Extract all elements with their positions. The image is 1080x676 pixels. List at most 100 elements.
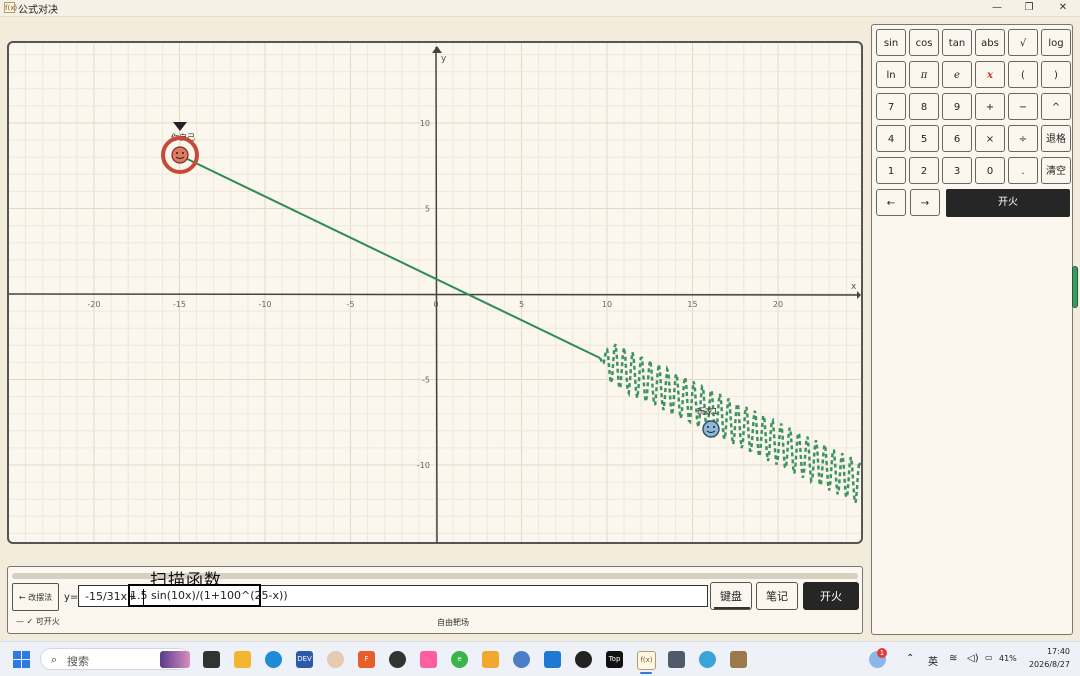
minimize-button[interactable]: —	[980, 0, 1014, 16]
fire-status: — ✓ 可开火	[16, 617, 60, 626]
key-0-5[interactable]: log	[1041, 29, 1071, 56]
player1-avatar-icon[interactable]	[171, 146, 189, 164]
key-0-0[interactable]: sin	[876, 29, 906, 56]
key-1-4[interactable]: (	[1008, 61, 1038, 88]
formula-input[interactable]: -15/31x+ 1.5 sin(10x)/(1+100^(25-x))	[78, 584, 708, 607]
orange-app-icon[interactable]	[482, 651, 499, 668]
file-explorer-icon[interactable]	[234, 651, 251, 668]
key-2-0[interactable]: 7	[876, 93, 906, 120]
key-3-0[interactable]: 4	[876, 125, 906, 152]
key-1-0[interactable]: ln	[876, 61, 906, 88]
key-2-5[interactable]: ^	[1041, 93, 1071, 120]
clock-time[interactable]: 17:40	[1030, 647, 1070, 656]
clock-date[interactable]: 2026/8/27	[1018, 660, 1070, 669]
formula-duel-taskbar-icon[interactable]: f(x)	[637, 651, 656, 670]
key-2-2[interactable]: 9	[942, 93, 972, 120]
volume-icon[interactable]: ◁)	[967, 653, 979, 664]
keyboard-scrollbar[interactable]	[1072, 266, 1078, 308]
globe-app-icon[interactable]	[699, 651, 716, 668]
x-tick-labels: -20 -15 -10 -5 0 5 10 15 20	[87, 300, 783, 309]
calculator-icon[interactable]	[668, 651, 685, 668]
key-4-3[interactable]: 0	[975, 157, 1005, 184]
key-1-5[interactable]: )	[1041, 61, 1071, 88]
key-4-1[interactable]: 2	[909, 157, 939, 184]
key-1-3[interactable]: x	[975, 61, 1005, 88]
f-app-icon[interactable]: F	[358, 651, 375, 668]
key-cursor-right[interactable]: →	[910, 189, 940, 216]
chevron-up-icon[interactable]: ⌃	[906, 653, 914, 664]
x-tick-label: -20	[87, 300, 100, 309]
key-1-2[interactable]: e	[942, 61, 972, 88]
x-tick-label: 20	[773, 300, 783, 309]
key-0-3[interactable]: abs	[975, 29, 1005, 56]
top-app-icon[interactable]: Top	[606, 651, 623, 668]
taskbar: ⌕ 搜索 DEV F e Top f(x) 1 ⌃ 英 ≋ ◁) ▭ 41% 1…	[0, 641, 1080, 676]
function-keyboard: ← → 开火 sin cos tan abs √ log ln π e x() 7 8 9 + − ^ 4 5 6 ×…	[871, 24, 1073, 635]
key-3-3[interactable]: ×	[975, 125, 1005, 152]
green-e-icon[interactable]: e	[451, 651, 468, 668]
avatar-app-icon[interactable]	[327, 651, 344, 668]
battery-percent: 41%	[999, 654, 1017, 663]
key-2-4[interactable]: −	[1008, 93, 1038, 120]
edge-browser-icon[interactable]	[265, 651, 282, 668]
weather-badge: 1	[877, 648, 887, 658]
dark-app-icon[interactable]	[389, 651, 406, 668]
key-2-1[interactable]: 8	[909, 93, 939, 120]
app-icon: f(x)	[4, 2, 18, 13]
key-3-2[interactable]: 6	[942, 125, 972, 152]
key-4-0[interactable]: 1	[876, 157, 906, 184]
bilibili-icon[interactable]	[420, 651, 437, 668]
dev-app-icon[interactable]: DEV	[296, 651, 313, 668]
x-tick-label: 0	[433, 300, 438, 309]
key-0-4[interactable]: √	[1008, 29, 1038, 56]
key-4-5[interactable]: 清空	[1041, 157, 1071, 184]
vscode-icon[interactable]	[544, 651, 561, 668]
key-1-1[interactable]: π	[909, 61, 939, 88]
x-tick-label: 15	[687, 300, 697, 309]
settings-gear-icon[interactable]	[513, 651, 530, 668]
maximize-button[interactable]: ❐	[1012, 0, 1046, 16]
title-bar: f(x) 公式对决 — ❐ ✕	[0, 0, 1080, 17]
wifi-icon[interactable]: ≋	[949, 653, 957, 664]
mode-label: 自由靶场	[437, 618, 469, 627]
x-axis-arrow	[857, 291, 861, 299]
start-button[interactable]	[13, 651, 30, 668]
y-axis-label: y	[441, 54, 447, 64]
task-view-icon[interactable]	[203, 651, 220, 668]
ime-indicator[interactable]: 英	[928, 653, 938, 668]
y-axis-arrow	[432, 46, 442, 53]
fire-button[interactable]: 开火	[803, 582, 859, 610]
graph-canvas[interactable]: x y -20 -15 -10 -5 0 5 10 15 20 10 5 -5 -10 你自己 玩家1	[7, 41, 863, 544]
key-3-4[interactable]: ÷	[1008, 125, 1038, 152]
graph-svg: x y -20 -15 -10 -5 0 5 10 15 20 105-5-10 你自己 玩家1	[9, 43, 861, 542]
qq-icon[interactable]	[575, 651, 592, 668]
key-3-1[interactable]: 5	[909, 125, 939, 152]
close-button[interactable]: ✕	[1046, 0, 1080, 16]
window-title: 公式对决	[18, 5, 58, 16]
y-tick-label: 10	[420, 119, 430, 128]
key-0-1[interactable]: cos	[909, 29, 939, 56]
active-app-indicator	[640, 672, 652, 674]
notes-button[interactable]: 笔记	[756, 582, 798, 610]
key-fire[interactable]: 开火	[946, 189, 1070, 217]
search-icon: ⌕	[51, 653, 58, 666]
key-0-2[interactable]: tan	[942, 29, 972, 56]
key-4-4[interactable]: .	[1008, 157, 1038, 184]
key-cursor-left[interactable]: ←	[876, 189, 906, 216]
game-app-icon[interactable]	[730, 651, 747, 668]
y-tick-label: -5	[422, 376, 430, 385]
change-placement-button[interactable]: ← 改摆法	[12, 583, 59, 611]
formula-right-text: 1.5 sin(10x)/(1+100^(25-x))	[130, 589, 288, 602]
battery-icon[interactable]: ▭	[985, 653, 993, 662]
player2-avatar-icon[interactable]	[702, 420, 720, 438]
keyboard-button[interactable]: 键盘	[710, 582, 752, 610]
widget-icon[interactable]	[160, 651, 190, 668]
x-tick-label: -10	[258, 300, 271, 309]
panel-scrollbar[interactable]	[12, 573, 858, 579]
key-2-3[interactable]: +	[975, 93, 1005, 120]
key-4-2[interactable]: 3	[942, 157, 972, 184]
formula-panel: 扫描函数 ← 改摆法 y= -15/31x+ 1.5 sin(10x)/(1+1…	[7, 566, 863, 634]
trajectory-oscillation	[598, 343, 861, 503]
x-tick-label: 5	[519, 300, 524, 309]
key-3-5[interactable]: 退格	[1041, 125, 1071, 152]
